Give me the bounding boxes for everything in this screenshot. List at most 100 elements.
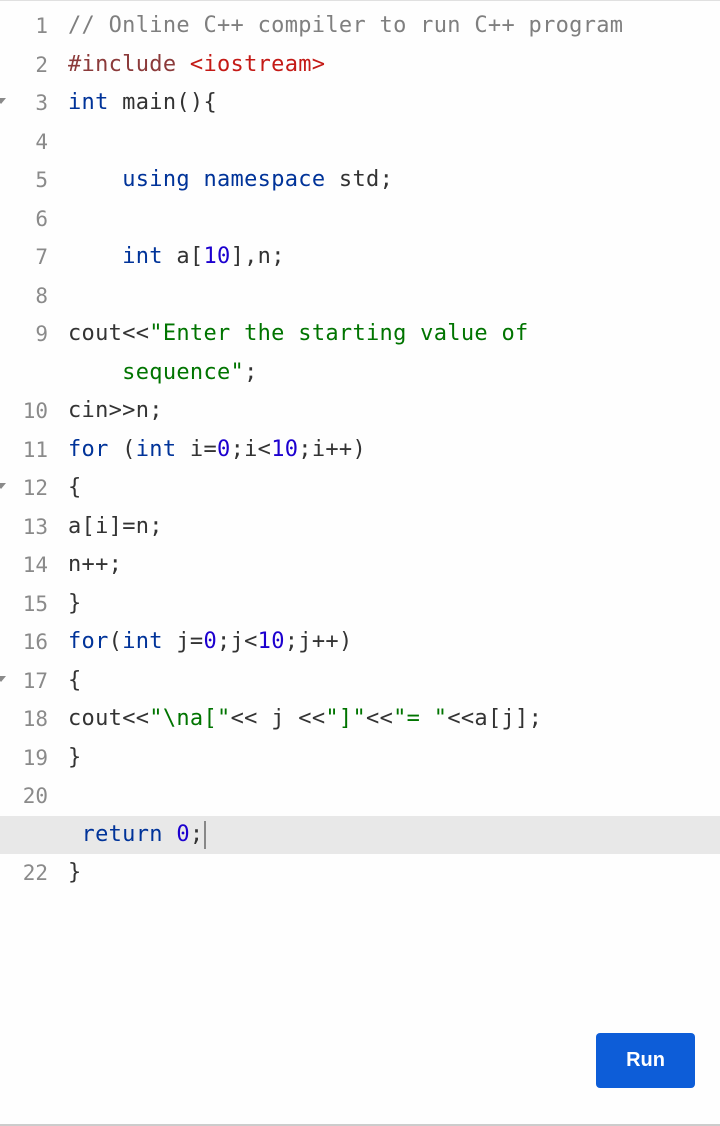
code-line[interactable]: int main(){ xyxy=(68,84,720,123)
code-token: int xyxy=(122,244,163,269)
line-number-gutter: 12345678910111213141516171819202122 xyxy=(0,1,58,1126)
code-token: 10 xyxy=(203,244,230,269)
code-line[interactable] xyxy=(68,277,720,316)
code-line[interactable] xyxy=(68,123,720,162)
code-token: main xyxy=(109,90,177,115)
code-token: << xyxy=(122,706,149,731)
line-number: 15 xyxy=(0,585,48,624)
line-number: 6 xyxy=(0,200,48,239)
line-number: 18 xyxy=(0,700,48,739)
fold-marker-icon[interactable] xyxy=(0,98,6,104)
code-token: "Enter the starting value of xyxy=(149,321,528,346)
text-cursor xyxy=(204,821,206,849)
line-number: 1 xyxy=(0,7,48,46)
code-line[interactable]: // Online C++ compiler to run C++ progra… xyxy=(68,7,720,46)
line-number: 5 xyxy=(0,161,48,200)
code-token: j xyxy=(163,629,190,654)
code-token xyxy=(190,167,204,192)
code-token: << xyxy=(231,706,258,731)
code-token: "]" xyxy=(325,706,366,731)
code-token: } xyxy=(68,591,82,616)
line-number: 8 xyxy=(0,277,48,316)
code-token: ( xyxy=(109,629,123,654)
code-token: { xyxy=(68,475,82,500)
code-token: ; xyxy=(109,552,123,577)
code-token: = xyxy=(203,437,217,462)
code-token: cout xyxy=(68,321,122,346)
line-number: 17 xyxy=(0,662,48,701)
code-token: ],n; xyxy=(231,244,285,269)
code-token: namespace xyxy=(203,167,325,192)
code-editor[interactable]: 12345678910111213141516171819202122 // O… xyxy=(0,0,720,1126)
code-line[interactable]: for (int i=0;i<10;i++) xyxy=(68,431,720,470)
code-token: < xyxy=(258,437,272,462)
code-token: ;i xyxy=(298,437,325,462)
code-token: ++ xyxy=(325,437,352,462)
code-token: << xyxy=(298,706,325,731)
code-line[interactable]: cin>>n; xyxy=(68,392,720,431)
code-token xyxy=(68,167,122,192)
code-token: n xyxy=(136,514,150,539)
code-line[interactable]: sequence"; xyxy=(68,354,720,393)
code-line[interactable]: return 0; xyxy=(68,816,720,855)
code-token: ++ xyxy=(82,552,109,577)
code-token: [ xyxy=(190,244,204,269)
code-line[interactable]: } xyxy=(68,854,720,893)
code-line[interactable]: } xyxy=(68,739,720,778)
code-token: a xyxy=(474,706,488,731)
code-token: i xyxy=(176,437,203,462)
code-token: = xyxy=(190,629,204,654)
code-line[interactable]: { xyxy=(68,662,720,701)
code-token: } xyxy=(68,745,82,770)
code-line[interactable]: cout<<"Enter the starting value of xyxy=(68,315,720,354)
fold-marker-icon[interactable] xyxy=(0,676,6,682)
code-token: >> xyxy=(109,398,136,423)
code-token: ;j xyxy=(285,629,312,654)
code-line[interactable]: n++; xyxy=(68,546,720,585)
line-number: 22 xyxy=(0,854,48,893)
code-token: ; xyxy=(380,167,394,192)
code-token: [i] xyxy=(82,514,123,539)
code-token: n xyxy=(136,398,150,423)
code-token: #include xyxy=(68,52,190,77)
code-token: (){ xyxy=(176,90,217,115)
code-token: [j]; xyxy=(488,706,542,731)
code-token: { xyxy=(68,668,82,693)
code-token: n xyxy=(68,552,82,577)
code-token: ; xyxy=(149,398,163,423)
code-token: 0 xyxy=(217,437,231,462)
line-number: 7 xyxy=(0,238,48,277)
code-token: } xyxy=(68,860,82,885)
code-line[interactable]: for(int j=0;j<10;j++) xyxy=(68,623,720,662)
code-token: int xyxy=(136,437,177,462)
code-line[interactable]: #include <iostream> xyxy=(68,46,720,85)
line-number xyxy=(0,354,48,393)
code-token: a xyxy=(68,514,82,539)
code-area[interactable]: // Online C++ compiler to run C++ progra… xyxy=(58,1,720,1126)
run-button[interactable]: Run xyxy=(596,1033,695,1088)
code-line[interactable] xyxy=(68,200,720,239)
code-line[interactable]: using namespace std; xyxy=(68,161,720,200)
code-token: using xyxy=(122,167,190,192)
code-line[interactable] xyxy=(68,777,720,816)
line-number: 10 xyxy=(0,392,48,431)
code-token: ) xyxy=(352,437,366,462)
code-line[interactable]: { xyxy=(68,469,720,508)
code-token: 10 xyxy=(271,437,298,462)
code-line[interactable]: cout<<"\na["<< j <<"]"<<"= "<<a[j]; xyxy=(68,700,720,739)
code-token: ;j xyxy=(217,629,244,654)
line-number: 20 xyxy=(0,777,48,816)
code-token: ; xyxy=(244,360,258,385)
code-token: << xyxy=(122,321,149,346)
line-number: 4 xyxy=(0,123,48,162)
line-number: 14 xyxy=(0,546,48,585)
code-token: 10 xyxy=(258,629,285,654)
code-line[interactable]: int a[10],n; xyxy=(68,238,720,277)
fold-marker-icon[interactable] xyxy=(0,483,6,489)
code-line[interactable]: } xyxy=(68,585,720,624)
code-token: ;i xyxy=(231,437,258,462)
code-token: <iostream> xyxy=(190,52,325,77)
code-token: for xyxy=(68,437,109,462)
line-number: 11 xyxy=(0,431,48,470)
code-line[interactable]: a[i]=n; xyxy=(68,508,720,547)
